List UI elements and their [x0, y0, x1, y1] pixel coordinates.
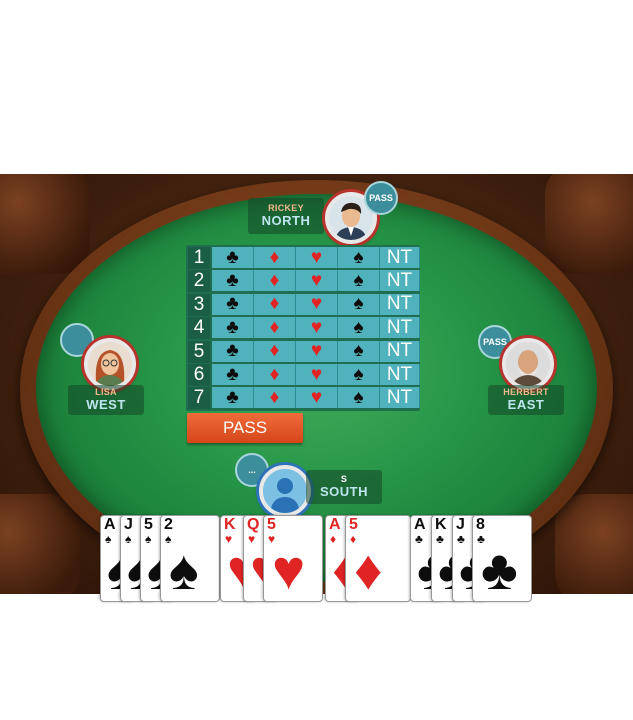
card-pip-icon: ♦	[354, 538, 383, 601]
bid-button[interactable]: ♦	[254, 340, 296, 362]
bid-row: 1 ♣ ♦ ♥ ♠ NT	[186, 247, 420, 269]
bid-button[interactable]: ♦	[254, 317, 296, 339]
card-rank: K	[224, 516, 236, 533]
bid-level-label: 2	[188, 270, 210, 293]
bid-button[interactable]: ♠	[338, 387, 380, 409]
bid-button[interactable]: ♥	[296, 364, 338, 385]
chair-bottom-right	[555, 494, 633, 594]
east-player-name: HERBERT	[503, 387, 549, 397]
east-nameplate: HERBERT EAST	[488, 385, 564, 415]
bid-row: 6 ♣ ♦ ♥ ♠ NT	[186, 364, 420, 386]
bid-row: 7 ♣ ♦ ♥ ♠ NT	[186, 387, 420, 410]
north-bid-bubble: PASS	[364, 181, 398, 215]
bid-button[interactable]: ♦	[254, 247, 296, 268]
west-nameplate: LISA WEST	[68, 385, 144, 415]
bid-button[interactable]: ♦	[254, 364, 296, 385]
card-rank: K	[435, 516, 447, 533]
playing-card[interactable]: 5 ♥ ♥	[263, 515, 323, 602]
west-player-name: LISA	[95, 387, 117, 397]
card-rank: A	[414, 516, 426, 533]
card-rank: J	[124, 516, 133, 533]
card-pip-icon: ♣	[481, 538, 518, 601]
bid-button[interactable]: ♠	[338, 317, 380, 339]
south-avatar	[259, 465, 311, 517]
bid-button[interactable]: ♥	[296, 293, 338, 315]
bid-button[interactable]: NT	[380, 364, 420, 385]
bid-button[interactable]: NT	[380, 293, 420, 315]
bid-row: 5 ♣ ♦ ♥ ♠ NT	[186, 340, 420, 363]
old-man-avatar-icon	[506, 342, 550, 386]
bid-level-label: 5	[188, 340, 210, 363]
bidding-box: 1 ♣ ♦ ♥ ♠ NT 2 ♣ ♦ ♥ ♠ NT 3 ♣ ♦ ♥ ♠ NT 4 ♣ ♦ ♥ ♠ NT 5 ♣ ♦ ♥ ♠ NT 6 ♣ ♦ ♥ ♠…	[186, 245, 420, 411]
bid-button[interactable]: ♥	[296, 340, 338, 362]
chair-top-left	[0, 174, 90, 274]
bid-button[interactable]: ♣	[212, 293, 254, 315]
bid-level-label: 4	[188, 317, 210, 340]
chair-top-right	[545, 174, 633, 274]
playing-card[interactable]: 2 ♠ ♠	[160, 515, 220, 602]
bid-button[interactable]: ♦	[254, 270, 296, 292]
south-bid-text: ...	[248, 465, 256, 475]
playing-card[interactable]: 5 ♦ ♦	[345, 515, 411, 602]
bid-button[interactable]: ♠	[338, 293, 380, 315]
bid-button[interactable]: ♠	[338, 247, 380, 268]
bid-row: 3 ♣ ♦ ♥ ♠ NT	[186, 293, 420, 316]
user-silhouette-icon	[263, 469, 307, 513]
bid-button[interactable]: ♣	[212, 387, 254, 409]
bid-button[interactable]: ♦	[254, 387, 296, 409]
bid-button[interactable]: NT	[380, 247, 420, 268]
bid-button[interactable]: ♠	[338, 364, 380, 385]
bid-level-label: 6	[188, 364, 210, 386]
east-seat-label: EAST	[507, 397, 545, 412]
card-rank: 5	[267, 516, 276, 533]
east-avatar	[502, 338, 554, 390]
card-rank: 5	[144, 516, 153, 533]
bid-button[interactable]: ♣	[212, 317, 254, 339]
card-pip-icon: ♥	[272, 538, 306, 601]
bid-button[interactable]: NT	[380, 270, 420, 292]
bid-button[interactable]: NT	[380, 387, 420, 409]
chair-bottom-left	[0, 494, 80, 594]
north-seat-label: NORTH	[261, 213, 311, 228]
bid-button[interactable]: ♥	[296, 270, 338, 292]
bid-level-label: 1	[188, 247, 210, 269]
bid-button[interactable]: ♥	[296, 247, 338, 268]
card-rank: 8	[476, 516, 485, 533]
bid-level-label: 3	[188, 293, 210, 316]
bid-button[interactable]: ♠	[338, 340, 380, 362]
card-rank: A	[104, 516, 116, 533]
north-nameplate: RICKEY NORTH	[248, 198, 324, 234]
pass-button[interactable]: PASS	[187, 413, 303, 443]
west-seat-label: WEST	[86, 397, 126, 412]
bid-row: 2 ♣ ♦ ♥ ♠ NT	[186, 270, 420, 293]
woman-avatar-icon	[88, 342, 132, 386]
bid-button[interactable]: NT	[380, 340, 420, 362]
card-pip-icon: ♠	[169, 538, 199, 601]
north-player-name: RICKEY	[268, 203, 304, 213]
bid-button[interactable]: ♥	[296, 387, 338, 409]
west-avatar	[84, 338, 136, 390]
bid-button[interactable]: ♦	[254, 293, 296, 315]
playing-card[interactable]: 8 ♣ ♣	[472, 515, 532, 602]
east-bid-text: PASS	[483, 337, 507, 347]
north-bid-text: PASS	[369, 193, 393, 203]
bid-level-label: 7	[188, 387, 210, 410]
bid-button[interactable]: ♣	[212, 247, 254, 268]
bid-button[interactable]: ♣	[212, 364, 254, 385]
bid-button[interactable]: ♥	[296, 317, 338, 339]
pass-button-label: PASS	[222, 418, 268, 437]
bid-button[interactable]: ♣	[212, 340, 254, 362]
south-nameplate: S SOUTH	[306, 470, 382, 504]
bid-button[interactable]: NT	[380, 317, 420, 339]
card-rank: Q	[247, 516, 260, 533]
bid-row: 4 ♣ ♦ ♥ ♠ NT	[186, 317, 420, 340]
bid-button[interactable]: ♣	[212, 270, 254, 292]
card-rank: 2	[164, 516, 173, 533]
bid-button[interactable]: ♠	[338, 270, 380, 292]
card-rank: J	[456, 516, 465, 533]
card-rank: 5	[349, 516, 358, 533]
card-rank: A	[329, 516, 341, 533]
south-player-name: S	[340, 474, 348, 484]
south-seat-label: SOUTH	[320, 484, 368, 499]
